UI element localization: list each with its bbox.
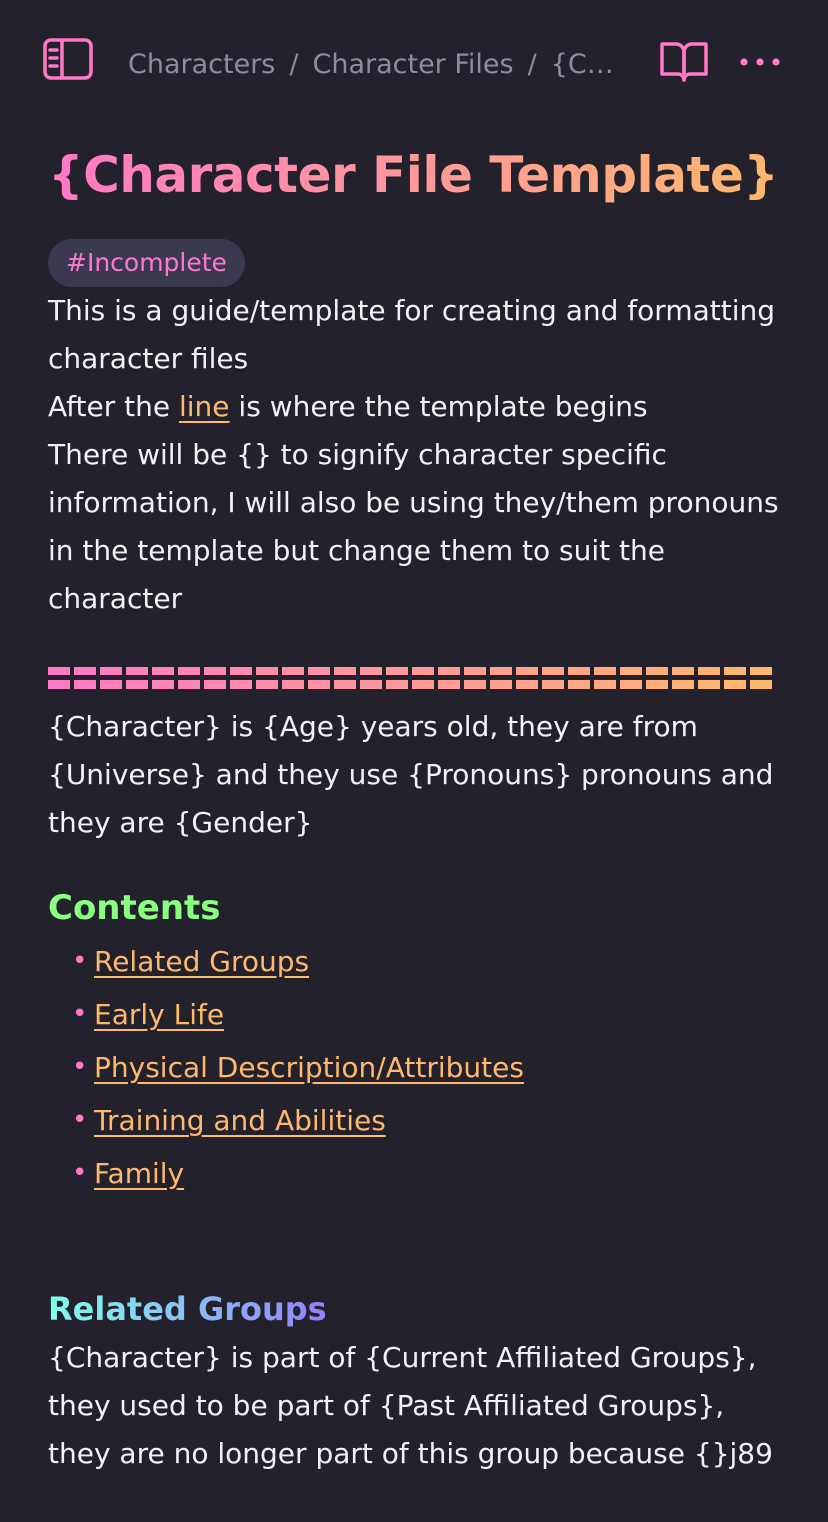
bullet-icon: •	[72, 1158, 88, 1188]
open-book-icon[interactable]	[658, 38, 710, 84]
list-item: • Family	[72, 1147, 788, 1200]
toc-link-training-abilities[interactable]: Training and Abilities	[94, 1104, 386, 1137]
intro-paragraph: This is a guide/template for creating an…	[48, 294, 776, 375]
related-groups-paragraph: {Character} is part of {Current Affiliat…	[48, 1341, 773, 1470]
related-groups-heading: Related Groups	[48, 1284, 327, 1334]
toc-link-early-life[interactable]: Early Life	[94, 998, 224, 1031]
bullet-icon: •	[72, 999, 88, 1029]
sidebar-toggle-icon[interactable]	[40, 36, 96, 84]
breadcrumb-character-files[interactable]: Character Files	[312, 49, 513, 80]
breadcrumb: Characters / Character Files / {Cha…	[128, 44, 628, 84]
intro-text-before: After the	[48, 390, 179, 423]
list-item: • Related Groups	[72, 935, 788, 988]
page-title: {Character File Template}	[48, 130, 788, 220]
bullet-icon: •	[72, 1105, 88, 1135]
tag-incomplete[interactable]: #Incomplete	[48, 239, 245, 287]
bullet-icon: •	[72, 946, 88, 976]
list-item: • Early Life	[72, 988, 788, 1041]
note-content: {Character File Template} #Incomplete Th…	[48, 130, 788, 1478]
top-bar: Characters / Character Files / {Cha…	[0, 0, 828, 120]
summary-paragraph: {Character} is {Age} years old, they are…	[48, 710, 774, 839]
more-options-icon[interactable]	[736, 44, 784, 80]
intro-line-link: After the line is where the template beg…	[48, 383, 788, 431]
contents-heading: Contents	[48, 888, 221, 928]
intro-text-after: is where the template begins	[229, 390, 648, 423]
template-divider: ==========================	[48, 667, 776, 689]
toc-link-physical-description[interactable]: Physical Description/Attributes	[94, 1051, 524, 1084]
breadcrumb-separator: /	[527, 48, 537, 80]
list-item: • Physical Description/Attributes	[72, 1041, 788, 1094]
toc-link-related-groups[interactable]: Related Groups	[94, 945, 309, 978]
breadcrumb-characters[interactable]: Characters	[128, 49, 275, 80]
toc-link-family[interactable]: Family	[94, 1157, 184, 1190]
breadcrumb-separator: /	[289, 48, 299, 80]
contents-list: • Related Groups • Early Life • Physical…	[48, 935, 788, 1200]
intro-placeholder-note: There will be {} to signify character sp…	[48, 438, 779, 615]
breadcrumb-current-note[interactable]: {Cha…	[551, 49, 628, 80]
bullet-icon: •	[72, 1052, 88, 1082]
line-link[interactable]: line	[179, 390, 230, 423]
list-item: • Training and Abilities	[72, 1094, 788, 1147]
